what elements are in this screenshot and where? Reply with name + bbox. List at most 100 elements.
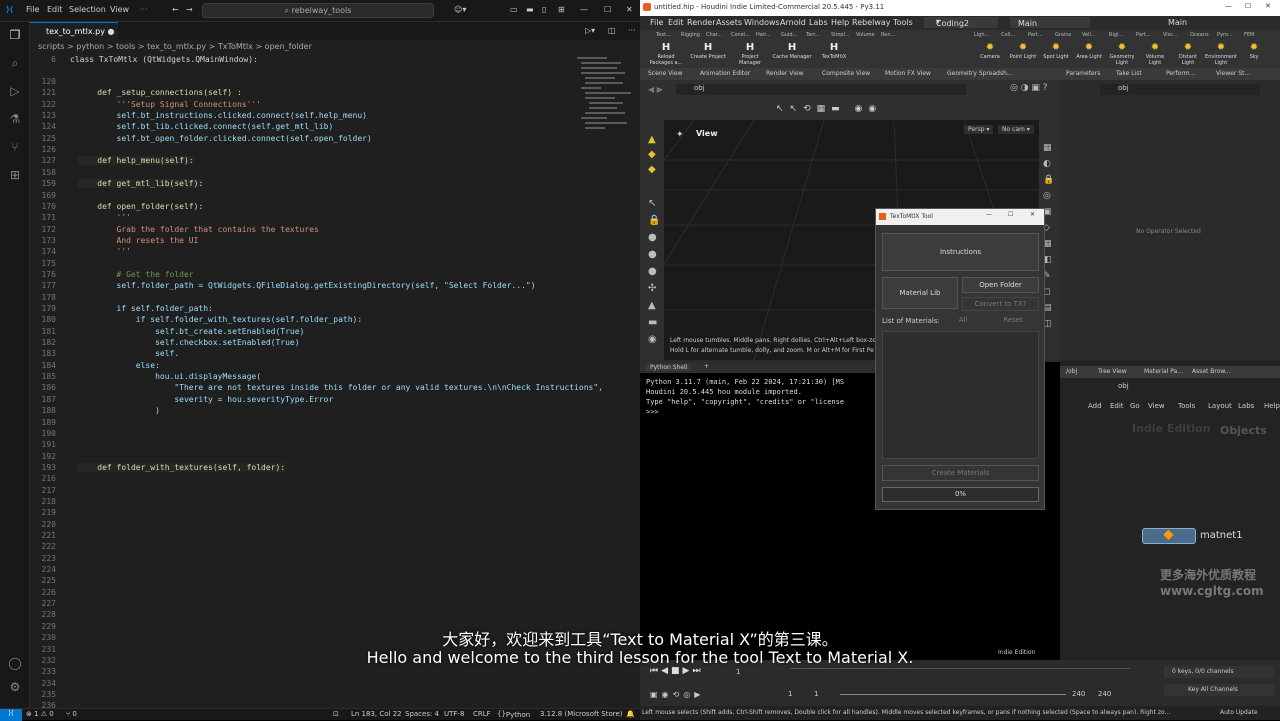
- python-shell-tab[interactable]: Python Shell +: [640, 362, 880, 373]
- scene-view-tab[interactable]: Animation Editor: [700, 70, 750, 77]
- network-tab[interactable]: /obj: [1066, 368, 1077, 375]
- desktop-select[interactable]: Coding2 ▾: [924, 17, 998, 28]
- back-arrow-icon[interactable]: ◀ ▶: [648, 85, 663, 94]
- menu-arnold[interactable]: Arnold: [780, 18, 806, 27]
- shelf-tab[interactable]: Part...: [1136, 32, 1151, 38]
- params-path-field[interactable]: obj: [1100, 84, 1260, 95]
- run-icon[interactable]: ▷▾: [585, 26, 595, 35]
- shelf-tab[interactable]: Visc...: [1163, 32, 1178, 38]
- reset-button[interactable]: Reset: [990, 315, 1036, 327]
- timeline-options-icon[interactable]: ▣◉⟲◎▶: [650, 690, 704, 699]
- ports-indicator[interactable]: ⑂ 0: [66, 710, 77, 718]
- network-menu-item[interactable]: Edit: [1110, 402, 1124, 410]
- pane-tab[interactable]: Viewer St...: [1216, 70, 1250, 77]
- account-icon[interactable]: ◯: [8, 656, 22, 670]
- scene-view-tab[interactable]: Render View: [766, 70, 804, 77]
- light-tool-button[interactable]: ✹ Sky: [1238, 42, 1270, 60]
- snap-tools-icon[interactable]: ↖ 🔒 ● ● ● ✣ ▲ ▬ ◉: [648, 195, 660, 348]
- camera-menu[interactable]: No cam ▾: [998, 125, 1034, 134]
- scene-view-tab[interactable]: Geometry Spreadsh...: [947, 70, 1013, 77]
- node-icon[interactable]: 🔶: [1142, 528, 1196, 544]
- network-editor[interactable]: /obj Tree View Material Pa... Asset Brow...…: [1060, 360, 1280, 660]
- end-frame-field[interactable]: 240: [1098, 690, 1111, 698]
- light-tool-button[interactable]: ✹ Spot Light: [1040, 42, 1072, 60]
- shelf-tab[interactable]: Terr...: [806, 32, 820, 38]
- minimize-icon[interactable]: —: [580, 5, 588, 14]
- range-end-field[interactable]: 240: [1072, 690, 1085, 698]
- network-path-field[interactable]: obj: [1100, 382, 1260, 393]
- shelf-tab[interactable]: Rigging: [681, 32, 700, 38]
- materials-list[interactable]: [882, 331, 1039, 459]
- network-tab[interactable]: Material Pa...: [1144, 368, 1183, 375]
- cursor-position[interactable]: Ln 183, Col 22: [351, 710, 402, 718]
- shelf-tool-button[interactable]: H Create Project: [688, 42, 728, 60]
- network-menu-item[interactable]: Tools: [1178, 402, 1195, 410]
- menu-view[interactable]: View: [110, 5, 129, 14]
- close-icon[interactable]: ✕: [626, 5, 633, 14]
- network-menu-item[interactable]: Help: [1264, 402, 1280, 410]
- network-menu-item[interactable]: Labs: [1238, 402, 1254, 410]
- light-tool-button[interactable]: ✹ Point Light: [1007, 42, 1039, 60]
- forward-arrow-icon[interactable]: →: [186, 5, 193, 14]
- sidebar-icon[interactable]: ▯: [542, 5, 546, 14]
- close-icon[interactable]: ✕: [1265, 2, 1271, 10]
- shelf-tab[interactable]: Rigi...: [1109, 32, 1123, 38]
- menu-render[interactable]: Render: [687, 18, 715, 27]
- zoom-icon[interactable]: ⊡: [333, 710, 339, 718]
- scene-view-tab[interactable]: Composite View: [822, 70, 870, 77]
- maximize-icon[interactable]: ☐: [604, 5, 611, 14]
- light-tool-button[interactable]: ✹ Distant Light: [1172, 42, 1204, 66]
- instructions-button[interactable]: Instructions: [882, 233, 1039, 271]
- network-menu-item[interactable]: Go: [1130, 402, 1140, 410]
- copilot-icon[interactable]: ☺▾: [454, 5, 466, 14]
- shelf-tab[interactable]: Ligh...: [974, 32, 989, 38]
- context-select-2[interactable]: Main: [1168, 18, 1187, 27]
- shelf-tab[interactable]: Vell...: [1082, 32, 1096, 38]
- split-editor-icon[interactable]: ◫: [608, 26, 616, 35]
- shelf-tab[interactable]: FEM: [1244, 32, 1254, 38]
- settings-gear-icon[interactable]: ⚙: [8, 680, 22, 694]
- menu-help[interactable]: Help: [831, 18, 849, 27]
- menu-file[interactable]: File: [26, 5, 39, 14]
- close-icon[interactable]: ✕: [1030, 211, 1035, 218]
- tab-tex-to-mtlx[interactable]: tex_to_mtlx.py ●: [30, 22, 118, 40]
- panel-icon[interactable]: ▬: [526, 5, 534, 14]
- shelf-tool-button[interactable]: H Reload Packages a...: [646, 42, 686, 66]
- select-tools-icon[interactable]: ▲ ◆ ◆: [648, 132, 656, 177]
- shelf-tab[interactable]: Simpl...: [831, 32, 850, 38]
- handle-tools-icon[interactable]: ↖↖⟲▦▬ ◉◉: [776, 104, 882, 114]
- scene-view-tab[interactable]: Scene View: [648, 70, 682, 77]
- shelf-tab[interactable]: Pyro...: [1217, 32, 1233, 38]
- customize-layout-icon[interactable]: ⊞: [558, 5, 565, 14]
- menu-edit[interactable]: Edit: [47, 5, 63, 14]
- light-tool-button[interactable]: ✹ Geometry Light: [1106, 42, 1138, 66]
- shelf-tab[interactable]: Guid...: [781, 32, 797, 38]
- language-mode[interactable]: {} Python: [497, 710, 530, 719]
- shelf-tab[interactable]: Grains: [1055, 32, 1071, 38]
- notifications-icon[interactable]: 🔔: [626, 710, 635, 718]
- menu-labs[interactable]: Labs: [809, 18, 828, 27]
- add-tab-icon[interactable]: +: [704, 363, 709, 370]
- shelf-tab[interactable]: Coll...: [1001, 32, 1015, 38]
- editor-more-icon[interactable]: ···: [628, 26, 636, 35]
- extensions-icon[interactable]: ⊞: [8, 168, 22, 182]
- viewport-tools-icon[interactable]: ◎ ◑ ▣ ?: [1010, 83, 1048, 93]
- light-tool-button[interactable]: ✹ Camera: [974, 42, 1006, 60]
- shelf-tab[interactable]: Char...: [706, 32, 722, 38]
- all-button[interactable]: All: [940, 315, 986, 327]
- light-tool-button[interactable]: ✹ Area Light: [1073, 42, 1105, 60]
- shelf-tab[interactable]: Volume: [856, 32, 875, 38]
- shelf-tab[interactable]: Part...: [1028, 32, 1043, 38]
- network-menu-item[interactable]: Add: [1088, 402, 1102, 410]
- shelf-tab[interactable]: Text...: [656, 32, 671, 38]
- light-tool-button[interactable]: ✹ Volume Light: [1139, 42, 1171, 66]
- shelf-tool-button[interactable]: H Project Manager: [730, 42, 770, 66]
- maximize-icon[interactable]: ☐: [1245, 2, 1251, 10]
- path-field[interactable]: obj: [676, 84, 966, 95]
- menu-selection[interactable]: Selection: [69, 5, 106, 14]
- network-tab[interactable]: Tree View: [1098, 368, 1127, 375]
- encoding[interactable]: UTF-8: [444, 710, 464, 718]
- python-interpreter[interactable]: 3.12.8 (Microsoft Store): [540, 710, 623, 718]
- problems-indicator[interactable]: ⊗ 1 ⚠ 0: [26, 710, 54, 718]
- minimize-icon[interactable]: —: [986, 211, 992, 218]
